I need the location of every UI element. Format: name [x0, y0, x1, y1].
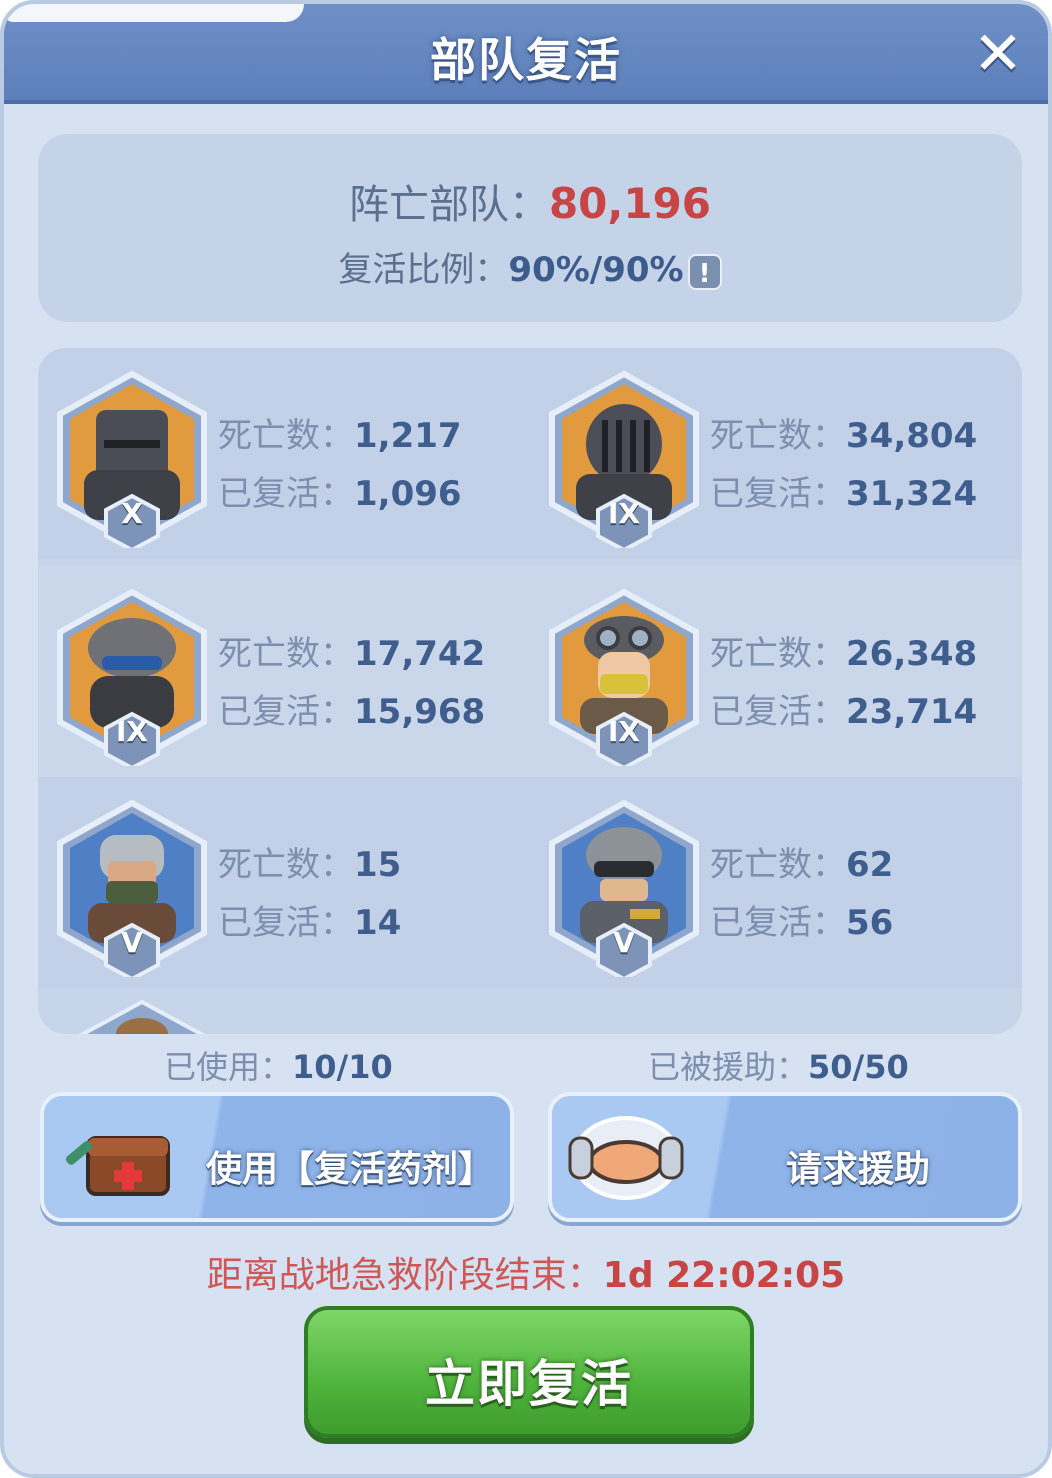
revived-count: 已复活：23,714 [710, 684, 977, 733]
snow-decoration [4, 4, 304, 22]
dead-value: 62 [846, 845, 894, 885]
revived-value: 14 [354, 903, 402, 943]
revive-ratio-value: 90%/90% [508, 250, 684, 290]
revived-value: 1,096 [354, 474, 462, 514]
unit-card: IX 死亡数：17,742 已复活：15,968 [38, 566, 530, 777]
dead-value: 15 [354, 845, 402, 885]
close-button[interactable]: ✕ [970, 24, 1026, 84]
dead-label: 死亡数： [218, 416, 354, 456]
unit-portrait: IX [546, 588, 702, 771]
unit-portrait: IX [54, 588, 210, 771]
first-aid-timer: 距离战地急救阶段结束：1d 22:02:05 [4, 1246, 1048, 1298]
dead-count: 死亡数：26,348 [710, 626, 977, 675]
use-potion-button[interactable]: 使用【复活药剂】 [40, 1092, 514, 1222]
revived-label: 已复活： [710, 903, 846, 943]
dead-troops-value: 80,196 [548, 179, 712, 228]
unit-portrait: X [54, 370, 210, 553]
dead-label: 死亡数： [218, 634, 354, 674]
request-help-button[interactable]: 请求援助 [548, 1092, 1022, 1222]
revived-label: 已复活： [218, 903, 354, 943]
unit-portrait: IX [546, 370, 702, 553]
request-help-label: 请求援助 [786, 1149, 931, 1190]
dead-troops-label: 阵亡部队： [348, 182, 549, 228]
dead-value: 1,217 [354, 416, 462, 456]
revive-ratio-label: 复活比例： [338, 250, 509, 290]
revived-label: 已复活： [218, 692, 354, 732]
unit-portrait: V [54, 799, 210, 982]
dead-count: 死亡数：15 [218, 837, 401, 886]
revived-label: 已复活： [710, 474, 846, 514]
use-potion-label: 使用【复活药剂】 [206, 1149, 495, 1190]
revived-count: 已复活：14 [218, 895, 401, 944]
revived-value: 15,968 [354, 692, 486, 732]
tier-badge: X [121, 497, 143, 530]
revive-now-label: 立即复活 [425, 1355, 633, 1413]
revive-now-button[interactable]: 立即复活 [304, 1306, 754, 1438]
dead-count: 死亡数：17,742 [218, 626, 485, 675]
timer-label: 距离战地急救阶段结束： [206, 1255, 603, 1296]
dead-count: 死亡数：34,804 [710, 408, 977, 457]
helped-value: 50/50 [808, 1048, 909, 1086]
revive-ratio-line: 复活比例：90%/90%! [38, 242, 1022, 291]
handshake-icon [568, 1116, 684, 1200]
revived-count: 已复活：56 [710, 895, 893, 944]
helped-counter: 已被援助：50/50 [648, 1042, 909, 1088]
unit-row: IX 死亡数：17,742 已复活：15,968 IX 死亡数：26,348 已… [38, 566, 1022, 777]
summary-box: 阵亡部队：80,196 复活比例：90%/90%! [38, 134, 1022, 322]
revived-label: 已复活： [710, 692, 846, 732]
revived-value: 23,714 [846, 692, 978, 732]
tier-badge: V [613, 926, 635, 959]
unit-card: V 死亡数：15 已复活：14 [38, 777, 530, 988]
unit-card: V 死亡数：62 已复活：56 [530, 777, 1022, 988]
used-value: 10/10 [292, 1048, 393, 1086]
unit-row: V 死亡数：15 已复活：14 V 死亡数：62 已复活：56 [38, 777, 1022, 988]
unit-row: X 死亡数：1,217 已复活：1,096 IX 死亡数：34,804 已复活：… [38, 348, 1022, 559]
tier-badge: IX [115, 715, 148, 748]
revive-dialog: 部队复活 ✕ 阵亡部队：80,196 复活比例：90%/90%! X 死亡数：1… [0, 0, 1052, 1478]
medkit-icon [65, 1136, 170, 1196]
dialog-header: 部队复活 ✕ [4, 4, 1048, 104]
next-unit-portrait-icon [78, 1000, 206, 1034]
revived-value: 56 [846, 903, 894, 943]
unit-list[interactable]: X 死亡数：1,217 已复活：1,096 IX 死亡数：34,804 已复活：… [38, 348, 1022, 1034]
helped-label: 已被援助： [648, 1048, 809, 1086]
revived-value: 31,324 [846, 474, 978, 514]
used-counter: 已使用：10/10 [164, 1042, 393, 1088]
info-icon[interactable]: ! [687, 253, 722, 290]
used-label: 已使用： [164, 1048, 293, 1086]
dead-label: 死亡数： [710, 634, 846, 674]
timer-value: 1d 22:02:05 [602, 1255, 846, 1296]
dead-label: 死亡数： [218, 845, 354, 885]
tier-badge: V [121, 926, 143, 959]
tier-badge: IX [607, 497, 640, 530]
unit-card: X 死亡数：1,217 已复活：1,096 [38, 348, 530, 559]
dead-label: 死亡数： [710, 845, 846, 885]
revived-count: 已复活：1,096 [218, 466, 462, 515]
unit-portrait: V [546, 799, 702, 982]
revived-count: 已复活：31,324 [710, 466, 977, 515]
revived-count: 已复活：15,968 [218, 684, 485, 733]
tier-badge: IX [607, 715, 640, 748]
dead-count: 死亡数：1,217 [218, 408, 462, 457]
dead-label: 死亡数： [710, 416, 846, 456]
dead-value: 26,348 [846, 634, 978, 674]
dead-count: 死亡数：62 [710, 837, 893, 886]
unit-card: IX 死亡数：34,804 已复活：31,324 [530, 348, 1022, 559]
revived-label: 已复活： [218, 474, 354, 514]
unit-card: IX 死亡数：26,348 已复活：23,714 [530, 566, 1022, 777]
dead-troops-line: 阵亡部队：80,196 [38, 172, 1022, 230]
dead-value: 34,804 [846, 416, 978, 456]
dialog-title: 部队复活 [430, 33, 622, 87]
dead-value: 17,742 [354, 634, 486, 674]
